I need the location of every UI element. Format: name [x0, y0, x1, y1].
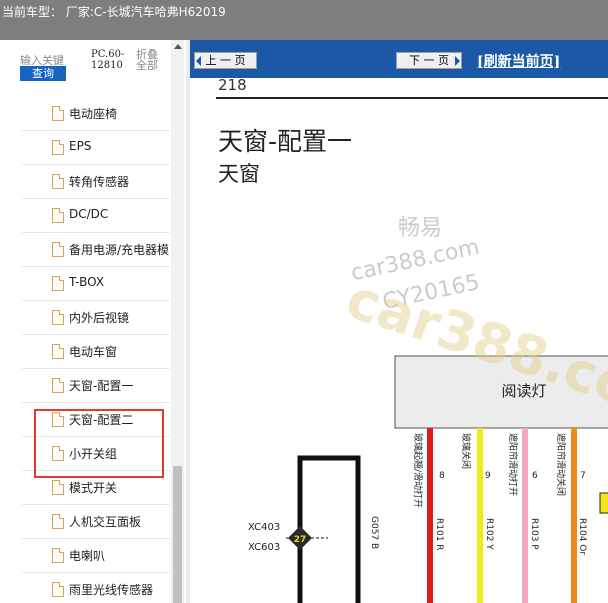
pin-6-wire: R103 P	[529, 518, 539, 550]
prev-page-button[interactable]: 上 一 页	[194, 52, 257, 69]
tree-item[interactable]: T-BOX	[22, 267, 170, 301]
top-bar: 当前车型： 厂家:C-长城汽车哈弗H62019	[0, 0, 608, 40]
pc-code-line2: 12810	[91, 60, 123, 71]
pin-9-number: 9	[485, 471, 491, 481]
tree-item-label: DC/DC	[69, 207, 109, 221]
tree-item[interactable]: 人机交互面板	[22, 505, 170, 539]
connector-label-top: XC403	[248, 522, 280, 533]
scroll-up-arrow-icon[interactable]	[174, 44, 182, 49]
tree-item-label: 天窗-配置一	[69, 379, 134, 393]
document-icon	[52, 480, 64, 495]
sidebar: 输入关键 查询 PC.60- 12810 折叠 全部 电动座椅 EPS 转角传感…	[0, 40, 186, 603]
pc-code-line1: PC.60-	[91, 49, 125, 60]
tree-item[interactable]: 转角传感器	[22, 165, 170, 199]
collapse-all-line2: 全部	[136, 59, 158, 72]
scroll-thumb[interactable]	[173, 466, 182, 603]
search-area: 输入关键 查询 PC.60- 12810 折叠 全部	[0, 40, 186, 90]
document-icon	[52, 174, 64, 189]
document-icon	[52, 208, 64, 223]
tree-item-label: 电喇叭	[69, 549, 106, 563]
tree-item[interactable]: 雨里光线传感器	[22, 573, 170, 603]
tree-item[interactable]: 电动座椅	[22, 97, 170, 131]
tree-item[interactable]: 内外后视镜	[22, 301, 170, 335]
ground-wire-label: G057 B	[369, 516, 379, 549]
pin-7-wire: R104 Or	[577, 518, 587, 555]
tree-item-label: 电动座椅	[69, 107, 118, 121]
arrow-left-icon	[196, 56, 201, 66]
page-nav-bar: 上 一 页 下 一 页 [刷新当前页]	[190, 40, 608, 78]
tree-item[interactable]: EPS	[22, 131, 170, 165]
tree-item-label: 转角传感器	[69, 175, 130, 189]
document-icon	[52, 242, 64, 257]
connector-label-bottom: XC603	[248, 542, 280, 553]
pin-6-number: 6	[532, 471, 538, 481]
document-icon	[52, 276, 64, 291]
document-icon	[52, 344, 64, 359]
tree-item[interactable]: 备用电源/充电器模	[22, 233, 170, 267]
pc-code: PC.60- 12810	[91, 49, 124, 71]
pin-7-function: 遮阳帘滑动关闭	[555, 433, 567, 496]
tree-item[interactable]: DC/DC	[22, 199, 170, 233]
tree-item-label: EPS	[69, 139, 92, 153]
tree-item-label: T-BOX	[69, 275, 105, 289]
document-icon	[52, 310, 64, 325]
current-model-label: 当前车型： 厂家:C-长城汽车哈弗H62019	[2, 5, 226, 19]
tree-item-sunroof-config-1[interactable]: 天窗-配置一	[22, 369, 170, 403]
document-icon	[52, 378, 64, 393]
connector-marker	[599, 492, 608, 514]
pin-9-function: 玻璃关闭	[460, 433, 472, 469]
document-icon	[52, 514, 64, 529]
tree-item-label: 模式开关	[69, 481, 118, 495]
pin-8-number: 8	[439, 471, 445, 481]
document-tree: 电动座椅 EPS 转角传感器 DC/DC 备用电源/充电器模 T-BOX 内外后…	[22, 97, 170, 603]
pin-6-function: 遮阳帘滑动打开	[507, 433, 519, 496]
pin-8-function: 玻璃起翘/滑动打开	[412, 433, 424, 508]
pin-8-wire: R101 R	[434, 518, 444, 551]
arrow-right-icon	[455, 56, 460, 66]
pin-9-wire: R102 Y	[484, 518, 494, 550]
sidebar-scrollbar[interactable]	[171, 40, 184, 603]
watermark-text: 畅易	[398, 216, 443, 241]
search-button[interactable]: 查询	[20, 66, 66, 81]
tree-item-label: 备用电源/充电器模	[69, 243, 170, 257]
document-icon	[52, 106, 64, 121]
document-viewer: 上 一 页 下 一 页 [刷新当前页] 218 天窗-配置一 天窗 阅读灯 8 …	[190, 40, 608, 603]
collapse-all-button[interactable]: 折叠 全部	[136, 49, 158, 71]
tree-item-label: 雨里光线传感器	[69, 583, 154, 597]
connector-number: 27	[294, 535, 307, 545]
tree-item-label: 内外后视镜	[69, 311, 130, 325]
prev-page-label: 上 一 页	[205, 54, 246, 67]
ground-wire	[297, 455, 361, 603]
document-icon	[52, 548, 64, 563]
next-page-button[interactable]: 下 一 页	[396, 52, 462, 69]
highlight-box	[34, 409, 164, 478]
tree-item[interactable]: 电喇叭	[22, 539, 170, 573]
document-icon	[52, 140, 64, 155]
tree-item-label: 人机交互面板	[69, 515, 142, 529]
next-page-label: 下 一 页	[409, 54, 449, 67]
refresh-page-link[interactable]: [刷新当前页]	[477, 51, 560, 71]
pin-7-number: 7	[580, 471, 586, 481]
document-icon	[52, 582, 64, 597]
tree-item-label: 电动车窗	[69, 345, 118, 359]
tree-item[interactable]: 电动车窗	[22, 335, 170, 369]
